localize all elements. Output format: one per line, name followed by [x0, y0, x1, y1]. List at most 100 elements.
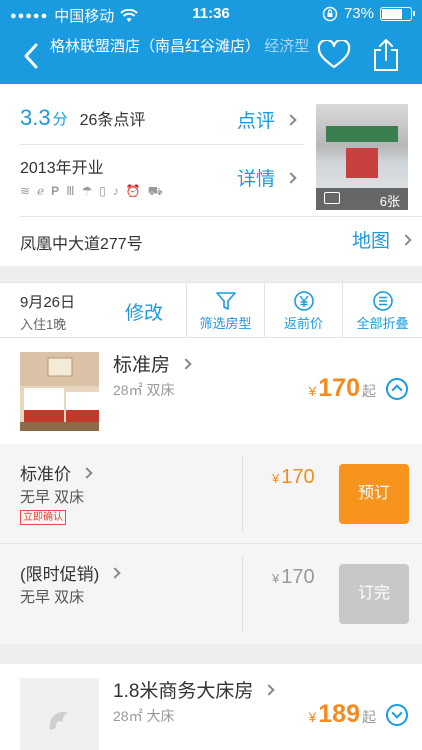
page-title: 格林联盟酒店（南昌红谷滩店） 经济型: [50, 38, 310, 56]
details-row[interactable]: 2013年开业 ≋ ℯ P Ⅲ ☂ ▯ ♪ ⏰ ⛟ 详情: [20, 154, 305, 210]
chevron-right-icon: [109, 566, 121, 579]
price-value: 170: [281, 466, 315, 488]
currency-symbol: ¥: [308, 383, 317, 399]
checkin-date: 9月26日: [20, 294, 76, 311]
cashback-price-button[interactable]: 返前价: [264, 283, 342, 339]
details-link[interactable]: 详情: [237, 164, 275, 191]
share-icon[interactable]: [372, 38, 400, 72]
collapse-all-button[interactable]: 全部折叠: [342, 283, 422, 339]
map-link[interactable]: 地图: [352, 226, 390, 253]
room-photo-placeholder[interactable]: [20, 678, 99, 750]
rating-score: 3.3: [20, 105, 51, 130]
status-bar: ●●●●● 中国移动 11:36 73%: [0, 0, 422, 28]
battery-percent: 73%: [343, 5, 374, 22]
room-spec: 28㎡ 双床: [113, 382, 175, 398]
plan-description: 无早 双床: [20, 589, 85, 606]
shower-icon: ☂: [81, 184, 93, 198]
chevron-right-icon: [400, 233, 412, 246]
battery-level: [382, 8, 402, 19]
collapse-all-label: 全部折叠: [356, 316, 409, 331]
hotel-address: 凤凰中大道277号: [20, 236, 143, 253]
collapse-chevron-icon[interactable]: [386, 378, 408, 400]
room-name[interactable]: 标准房: [113, 350, 192, 377]
rate-plan-promo: (限时促销) 无早 双床 ¥ 170 订完: [0, 544, 422, 644]
hotel-entrance-image: [346, 148, 378, 178]
address-row[interactable]: 凤凰中大道277号 地图: [20, 222, 412, 262]
rating-row[interactable]: 3.3 分 26条点评 点评: [20, 98, 305, 138]
rate-plan-standard: 标准价 无早 双床 立即确认 ¥ 170 预订: [0, 444, 422, 544]
chevron-right-icon: [263, 683, 276, 696]
plan-description: 无早 双床: [20, 489, 85, 506]
stay-length: 入住1晚: [20, 317, 67, 332]
rate-plan-list: 标准价 无早 双床 立即确认 ¥ 170 预订 (限时促销) 无早 双床 ¥ 1…: [0, 444, 422, 644]
filter-bar: 9月26日 入住1晚 修改 筛选房型 返前价 全部折叠: [0, 282, 422, 339]
yen-icon: [293, 291, 314, 311]
chevron-right-icon: [81, 466, 93, 479]
chevron-right-icon: [285, 113, 297, 126]
chevron-right-icon: [180, 357, 192, 370]
price-value: 189: [318, 700, 360, 728]
room-price: ¥ 189 起: [308, 700, 376, 729]
back-arrow-icon[interactable]: [20, 41, 44, 71]
room-name[interactable]: 1.8米商务大床房: [113, 676, 276, 703]
rotation-lock-icon: [322, 6, 338, 21]
divider: [242, 456, 243, 532]
plan-name-label: 标准价: [20, 465, 71, 484]
funnel-icon: [215, 292, 236, 310]
modify-date-button[interactable]: 修改: [125, 298, 163, 325]
plan-name[interactable]: 标准价: [20, 460, 93, 485]
camera-icon: [324, 192, 340, 204]
hotel-photo[interactable]: 6张: [316, 104, 408, 210]
book-button[interactable]: 预订: [339, 464, 409, 524]
section-gap: [0, 644, 422, 664]
divider: [20, 144, 304, 145]
divider: [20, 216, 422, 217]
dolphin-placeholder-icon: [49, 711, 68, 730]
instant-confirm-badge: 立即确认: [20, 510, 66, 525]
plan-price: ¥ 170: [272, 566, 315, 589]
luggage-icon: ⛟: [147, 184, 163, 198]
parking-icon: P: [51, 184, 60, 198]
alarm-clock-icon: ⏰: [125, 184, 141, 198]
review-count: 26条点评: [79, 112, 146, 129]
network-amenity-icon: ℯ: [37, 184, 45, 198]
photo-count-bar: 6张: [316, 188, 408, 210]
currency-symbol: ¥: [272, 471, 280, 486]
filter-room-type-button[interactable]: 筛选房型: [186, 283, 264, 339]
plan-name[interactable]: (限时促销): [20, 560, 121, 585]
divider: [242, 556, 243, 632]
reviews-link[interactable]: 点评: [237, 106, 275, 133]
price-suffix: 起: [362, 709, 376, 725]
room-name-label: 标准房: [113, 355, 171, 376]
room-photo[interactable]: [20, 352, 99, 431]
hotel-name: 格林联盟酒店（南昌红谷滩店）: [50, 38, 261, 55]
plan-name-label: (限时促销): [20, 565, 100, 584]
price-suffix: 起: [362, 383, 376, 399]
laundry-icon: ▯: [99, 184, 106, 198]
cashback-price-label: 返前价: [283, 316, 323, 331]
photo-count: 6张: [379, 194, 400, 209]
price-value: 170: [281, 566, 315, 588]
plan-price: ¥ 170: [272, 466, 315, 489]
hotel-sign-image: [326, 126, 398, 142]
price-value: 170: [318, 374, 360, 402]
room-card-standard[interactable]: 标准房 28㎡ 双床 ¥ 170 起: [0, 338, 422, 444]
list-icon: [372, 291, 393, 311]
wifi-amenity-icon: ≋: [20, 184, 31, 198]
favorite-heart-icon[interactable]: [317, 40, 351, 70]
hair-dryer-icon: ♪: [112, 184, 119, 198]
sold-out-button: 订完: [339, 564, 409, 624]
restaurant-icon: Ⅲ: [66, 184, 75, 198]
battery-icon: [380, 6, 415, 21]
expand-chevron-icon[interactable]: [386, 704, 408, 726]
room-name-label: 1.8米商务大床房: [113, 681, 254, 702]
hotel-info-card: 3.3 分 26条点评 点评 2013年开业 ≋ ℯ P Ⅲ ☂ ▯ ♪ ⏰ ⛟…: [0, 84, 422, 266]
room-card-business-king[interactable]: 1.8米商务大床房 28㎡ 大床 ¥ 189 起: [0, 664, 422, 750]
currency-symbol: ¥: [308, 709, 317, 725]
room-spec: 28㎡ 大床: [113, 708, 175, 724]
hotel-category: 经济型: [264, 38, 310, 55]
filter-room-type-label: 筛选房型: [199, 316, 252, 331]
chevron-right-icon: [285, 171, 297, 184]
room-price: ¥ 170 起: [308, 374, 376, 403]
rating-unit: 分: [52, 110, 68, 128]
